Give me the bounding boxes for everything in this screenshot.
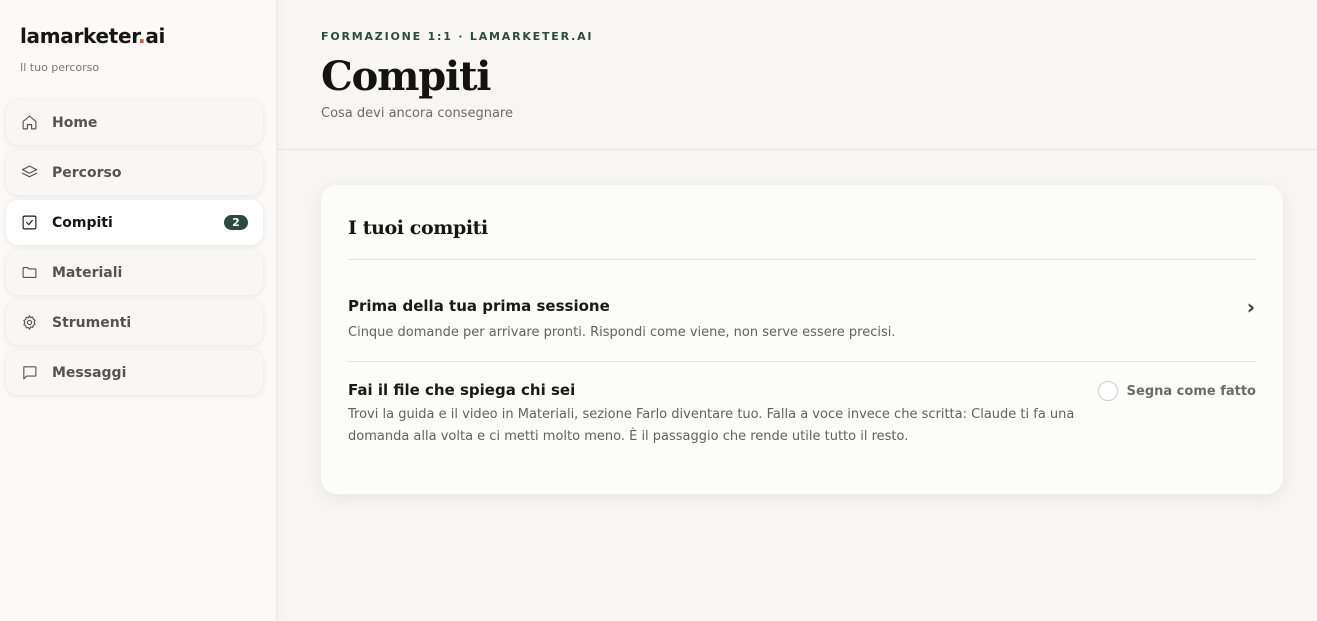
folder-icon <box>20 264 38 282</box>
sidebar-item-strumenti[interactable]: Strumenti <box>6 300 263 345</box>
tasks-card: I tuoi compiti Prima della tua prima ses… <box>321 185 1283 494</box>
app-root: lamarketer.ai Il tuo percorso Home Perco… <box>0 0 1317 621</box>
task-row: Fai il file che spiega chi sei Trovi la … <box>348 362 1256 448</box>
home-icon <box>20 114 38 132</box>
sidebar-item-label: Compiti <box>52 214 113 231</box>
sidebar-item-label: Materiali <box>52 264 123 281</box>
brand-subtitle: Il tuo percorso <box>20 61 100 74</box>
task-text: Prima della tua prima sessione Cinque do… <box>348 297 1247 344</box>
page-eyebrow: FORMAZIONE 1:1 · LAMARKETER.AI <box>321 30 594 43</box>
card-title: I tuoi compiti <box>348 185 1256 260</box>
task-description: Cinque domande per arrivare pronti. Risp… <box>348 325 896 340</box>
sidebar-item-compiti[interactable]: Compiti 2 <box>6 200 263 245</box>
sidebar-item-messaggi[interactable]: Messaggi <box>6 350 263 395</box>
sidebar-item-label: Strumenti <box>52 314 132 331</box>
task-description: Trovi la guida e il video in Materiali, … <box>348 407 1075 444</box>
sidebar-item-label: Messaggi <box>52 364 127 381</box>
task-title: Fai il file che spiega chi sei <box>348 381 576 399</box>
page-title: Compiti <box>321 53 491 100</box>
task-title: Prima della tua prima sessione <box>348 297 610 315</box>
mark-done-button[interactable]: Segna come fatto <box>1097 381 1256 401</box>
brand-logo[interactable]: lamarketer.ai <box>6 24 262 48</box>
sidebar-nav: Home Percorso Compiti 2 Materiali Strume… <box>6 100 263 395</box>
message-icon <box>20 364 38 382</box>
sidebar-item-label: Home <box>52 114 98 131</box>
chevron-right-icon[interactable]: › <box>1247 295 1256 319</box>
sidebar-item-label: Percorso <box>52 164 122 181</box>
task-text: Fai il file che spiega chi sei Trovi la … <box>348 381 1098 448</box>
checkbox-icon <box>20 214 38 232</box>
sidebar-item-materiali[interactable]: Materiali <box>6 250 263 295</box>
main-content: FORMAZIONE 1:1 · LAMARKETER.AI Compiti C… <box>277 0 1317 621</box>
layers-icon <box>20 164 38 182</box>
task-row[interactable]: Prima della tua prima sessione Cinque do… <box>348 260 1256 362</box>
brand-tld: ai <box>145 24 166 48</box>
gear-icon <box>20 314 38 332</box>
mark-done-label: Segna come fatto <box>1126 383 1256 399</box>
sidebar-item-percorso[interactable]: Percorso <box>6 150 263 195</box>
checkbox-circle-icon[interactable] <box>1097 381 1118 401</box>
brand-name: lamarketer <box>20 24 139 48</box>
page-header: FORMAZIONE 1:1 · LAMARKETER.AI Compiti C… <box>277 0 1317 150</box>
sidebar: lamarketer.ai Il tuo percorso Home Perco… <box>0 0 277 621</box>
page-subtitle: Cosa devi ancora consegnare <box>321 106 513 121</box>
sidebar-item-home[interactable]: Home <box>6 100 263 145</box>
count-badge: 2 <box>224 215 248 230</box>
